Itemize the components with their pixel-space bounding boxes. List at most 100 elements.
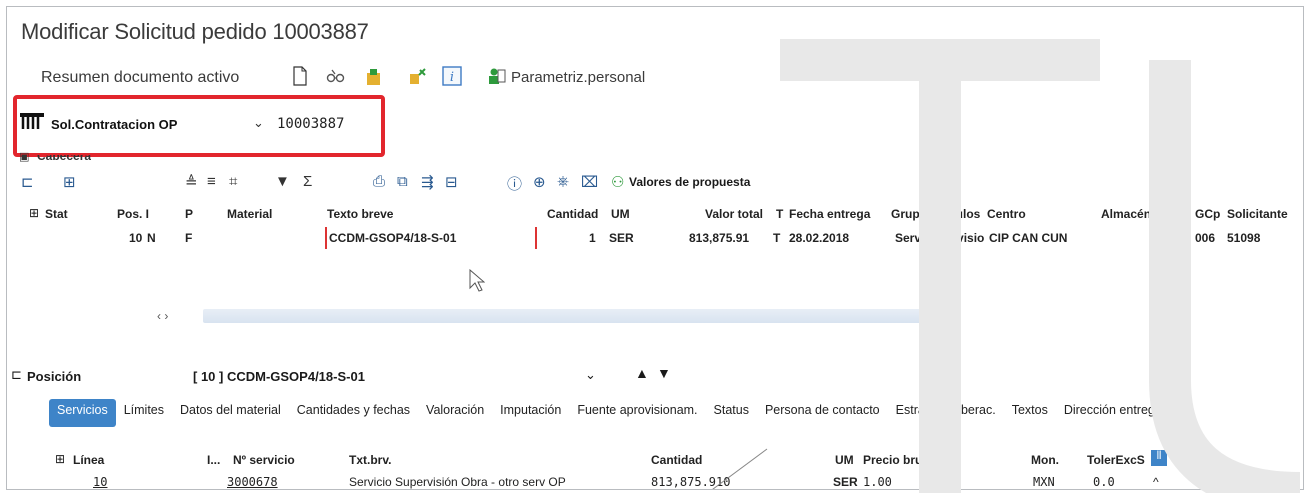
col-fecha-entrega[interactable]: Fecha entrega (789, 207, 870, 221)
position-label: Posición (27, 369, 82, 384)
cell-valor-total[interactable]: 813,875.91 (689, 231, 749, 245)
svc-col-i[interactable]: I... (207, 453, 220, 467)
col-centro[interactable]: Centro (987, 207, 1026, 221)
other-document-icon[interactable] (363, 65, 385, 87)
svc-cell-linea[interactable]: 10 (93, 475, 107, 489)
col-pos[interactable]: Pos. I (117, 207, 149, 221)
svc-col-txt[interactable]: Txt.brv. (349, 453, 391, 467)
svc-col-moneda[interactable]: Mon. (1031, 453, 1059, 467)
svc-col-linea[interactable]: Línea (73, 453, 104, 467)
svc-col-toler[interactable]: TolerExcS (1087, 453, 1145, 467)
svc-cell-toler[interactable]: 0.0 (1093, 475, 1115, 489)
svc-cell-txt[interactable]: Servicio Supervisión Obra - otro serv OP (349, 475, 566, 489)
cell-pos[interactable]: 10 (129, 231, 142, 245)
col-solicitante[interactable]: Solicitante (1227, 207, 1288, 221)
tab-direccion-entrega[interactable]: Dirección entreg (1056, 399, 1163, 427)
personal-settings-icon[interactable] (485, 65, 507, 87)
horizontal-scrollbar[interactable] (203, 309, 947, 323)
svg-text:i: i (450, 70, 454, 85)
doc-overview-button[interactable]: Resumen documento activo (41, 69, 239, 87)
tab-valoracion[interactable]: Valoración (418, 399, 492, 427)
print-preview-icon[interactable] (407, 65, 429, 87)
tab-textos[interactable]: Textos (1004, 399, 1056, 427)
tab-status[interactable]: Status (706, 399, 757, 427)
export-icon[interactable]: ⇶ (421, 173, 434, 191)
info-icon[interactable]: i (441, 65, 463, 87)
proposal-values-button[interactable]: Valores de propuesta (629, 175, 750, 189)
copy-icon[interactable]: ⧉ (397, 173, 408, 190)
tab-imputacion[interactable]: Imputación (492, 399, 569, 427)
tab-limites[interactable]: Límites (116, 399, 172, 427)
layout-icon[interactable]: ⊟ (445, 173, 458, 191)
table-settings-icon[interactable]: ⊞ (29, 206, 39, 220)
document-type-icon (19, 111, 45, 136)
collapse-items-icon[interactable]: ⊏ (21, 173, 34, 191)
col-p[interactable]: P (185, 207, 193, 221)
col-material[interactable]: Material (227, 207, 272, 221)
add-item-icon[interactable]: ⊕ (533, 173, 546, 191)
column-config-icon[interactable]: ⫴ (1151, 450, 1167, 466)
table-settings-icon[interactable]: ⊞ (55, 452, 65, 466)
cell-t[interactable]: T (773, 231, 780, 245)
col-almacen[interactable]: Almacén (1101, 207, 1151, 221)
position-select[interactable]: [ 10 ] CCDM-GSOP4/18-S-01 (193, 369, 365, 384)
detail-icon[interactable]: ⊞ (63, 173, 76, 191)
find-icon[interactable]: ⌗ (229, 173, 237, 190)
chevron-down-icon[interactable]: ⌄ (585, 367, 596, 383)
svc-col-um[interactable]: UM (835, 453, 854, 467)
cell-cantidad[interactable]: 1 (589, 231, 596, 245)
col-cantidad[interactable]: Cantidad (547, 207, 598, 221)
tab-cantidades-fechas[interactable]: Cantidades y fechas (289, 399, 418, 427)
svc-cell-num-servicio[interactable]: 3000678 (227, 475, 278, 489)
col-um[interactable]: UM (611, 207, 630, 221)
sort-ascending-icon[interactable]: ≜ (185, 173, 198, 191)
tab-estrategia-liberacion[interactable]: Estrategia liberac. (888, 399, 1004, 427)
col-t[interactable]: T (776, 207, 783, 221)
scroll-left-right-icon[interactable]: ‹ › (157, 309, 168, 323)
account-assignment-icon[interactable]: ⎈ (557, 173, 569, 190)
tab-servicios[interactable]: Servicios (49, 399, 116, 427)
filter-icon[interactable]: ▼ (275, 173, 290, 190)
svc-col-cantidad[interactable]: Cantidad (651, 453, 702, 467)
print-icon[interactable]: ⎙ (373, 173, 385, 190)
document-number-field[interactable]: 10003887 (277, 116, 344, 132)
cell-i[interactable]: N (147, 231, 156, 245)
personal-settings-button[interactable]: Parametriz.personal (511, 69, 645, 86)
svc-cell-extra[interactable]: ^ (1153, 475, 1159, 489)
cell-gcp[interactable]: 006 (1195, 231, 1215, 245)
col-gcp[interactable]: GCp (1195, 207, 1220, 221)
delete-item-icon[interactable]: ⌧ (581, 173, 598, 191)
proposal-values-icon[interactable]: ⚇ (611, 173, 624, 191)
cell-fecha-entrega[interactable]: 28.02.2018 (789, 231, 849, 245)
cell-solicitante[interactable]: 51098 (1227, 231, 1260, 245)
chevron-down-icon[interactable]: ⌄ (253, 115, 264, 131)
tab-persona-contacto[interactable]: Persona de contacto (757, 399, 888, 427)
sum-icon[interactable]: Σ (303, 173, 312, 190)
collapse-header-icon[interactable]: ▣ (19, 150, 29, 163)
cell-um[interactable]: SER (609, 231, 634, 245)
svc-col-num-servicio[interactable]: Nº servicio (233, 453, 295, 467)
glasses-display-icon[interactable] (325, 65, 347, 87)
col-texto-breve[interactable]: Texto breve (327, 207, 393, 221)
document-type-select[interactable]: Sol.Contratacion OP (51, 117, 177, 132)
collapse-position-icon[interactable]: ⊏ (11, 367, 22, 383)
mouse-cursor-icon (469, 268, 486, 298)
cell-p[interactable]: F (185, 231, 192, 245)
svc-cell-moneda[interactable]: MXN (1033, 475, 1055, 489)
svc-col-precio[interactable]: Precio bruto (863, 453, 934, 467)
col-stat[interactable]: Stat (45, 207, 68, 221)
sort-descending-icon[interactable]: ≡ (207, 173, 216, 190)
tab-datos-material[interactable]: Datos del material (172, 399, 289, 427)
svc-cell-precio[interactable]: 1.00 (863, 475, 892, 489)
next-item-icon[interactable]: ▼ (657, 365, 671, 381)
svc-cell-um[interactable]: SER (833, 475, 858, 489)
cell-texto-breve[interactable]: CCDM-GSOP4/18-S-01 (329, 231, 456, 245)
col-grupo-articulos[interactable]: Grupo artículos (891, 207, 980, 221)
col-valor-total[interactable]: Valor total (705, 207, 763, 221)
cell-centro[interactable]: CIP CAN CUN (989, 231, 1067, 245)
item-info-icon[interactable]: ⓘ (507, 173, 522, 194)
tab-fuente-aprovisionamiento[interactable]: Fuente aprovisionam. (569, 399, 705, 427)
previous-item-icon[interactable]: ▲ (635, 365, 649, 381)
cell-grupo-articulos[interactable]: Serv supervisio (895, 231, 984, 245)
new-document-icon[interactable] (289, 65, 311, 87)
